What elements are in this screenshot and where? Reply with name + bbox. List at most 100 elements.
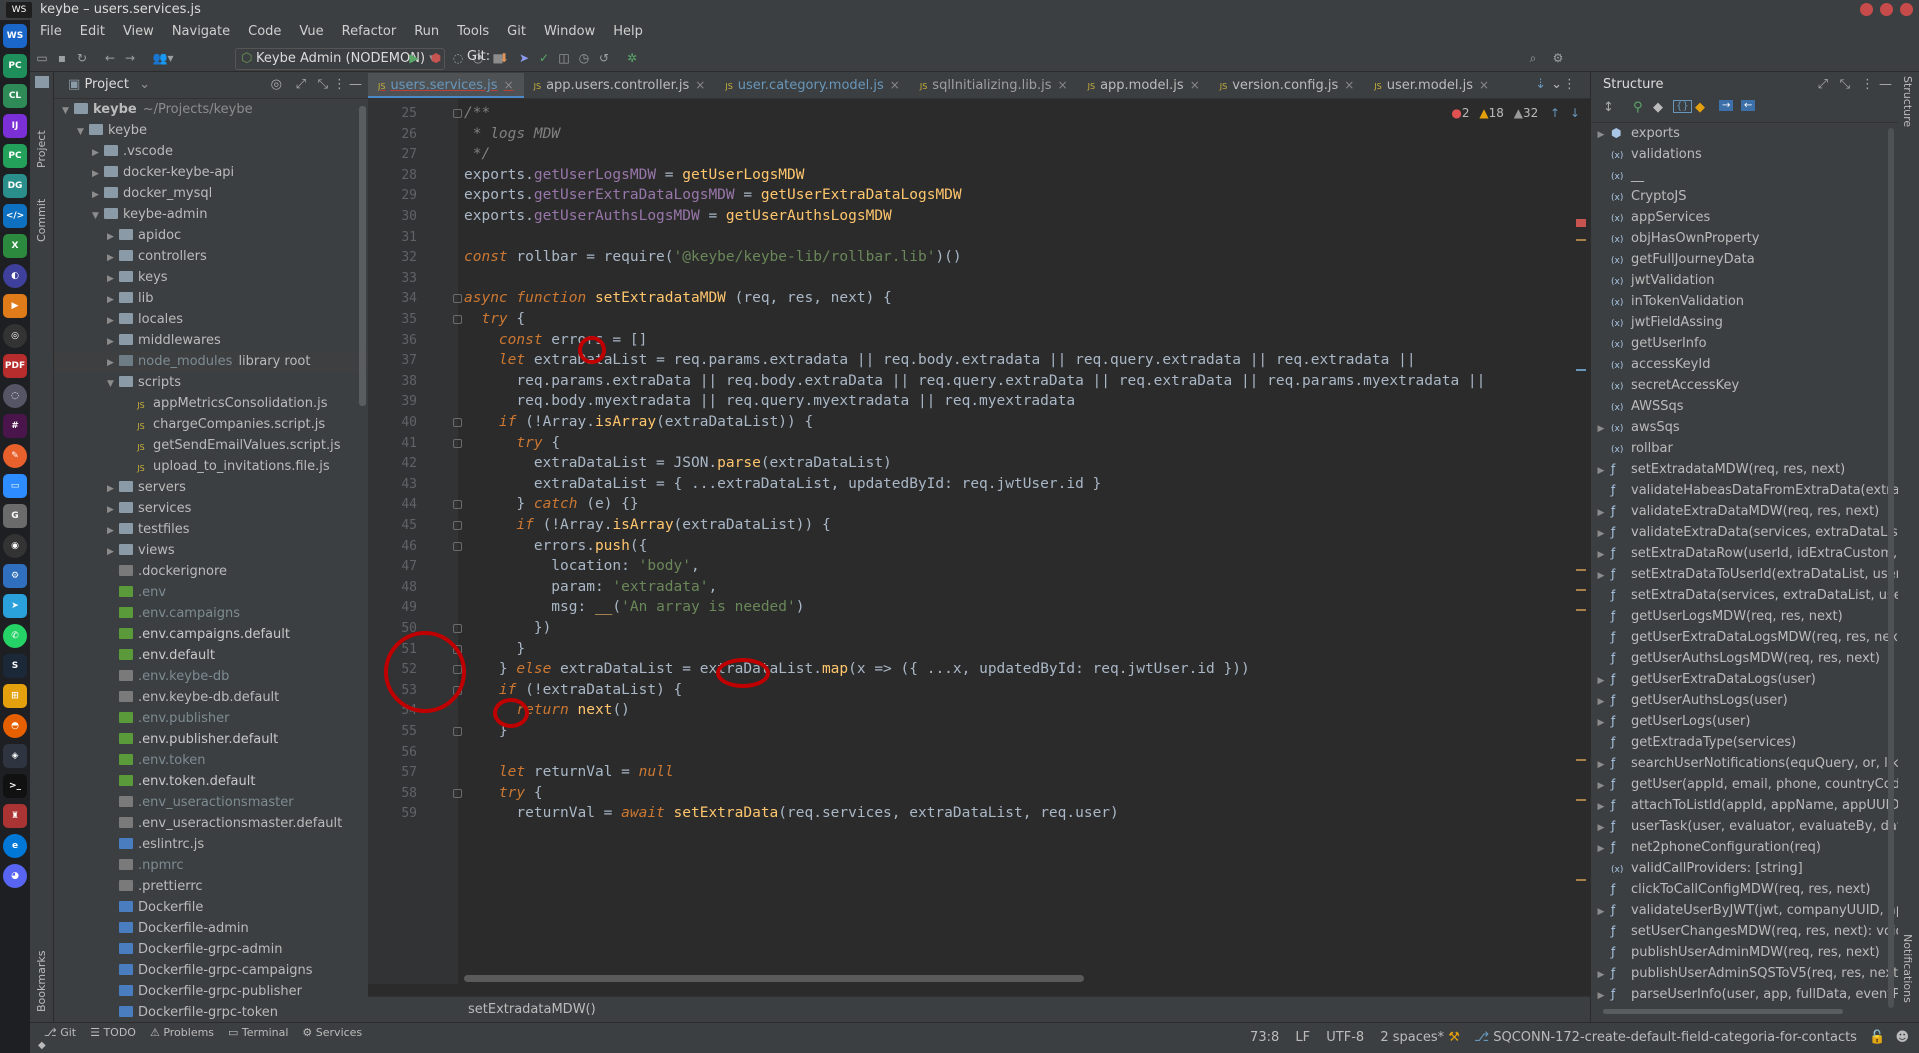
chevron-right-icon[interactable]: ▶	[1591, 461, 1611, 480]
chevron-down-icon[interactable]: ▼	[92, 206, 104, 227]
project-tree-item[interactable]: .env.campaigns	[54, 603, 368, 624]
hide-panel-icon[interactable]: —	[349, 72, 362, 98]
git-compare-icon[interactable]: ◫	[556, 50, 572, 66]
code-line[interactable]: 45 if (!Array.isArray(extraDataList)) {	[368, 515, 1590, 536]
code-line[interactable]: 33	[368, 268, 1590, 289]
back-arrow-icon[interactable]: ←	[102, 50, 118, 66]
close-tab-icon[interactable]: ×	[1190, 78, 1200, 92]
user-icon[interactable]: 👥▾	[150, 50, 176, 66]
chevron-right-icon[interactable]: ▶	[107, 353, 119, 374]
chevron-right-icon[interactable]: ▶	[107, 248, 119, 269]
chevron-right-icon[interactable]: ▶	[107, 290, 119, 311]
search-everywhere-icon[interactable]: ⌕	[1525, 50, 1541, 66]
steam-launcher-icon[interactable]: S	[3, 654, 27, 678]
menu-code[interactable]: Code	[248, 24, 281, 39]
project-tree-item[interactable]: ▶ services	[54, 498, 368, 519]
structure-item[interactable]: ▶ ƒ validateUserByJWT(jwt, companyUUID, ap…	[1591, 900, 1898, 921]
structure-item[interactable]: ▶ ƒ setExtraDataToUserId(extraDataList, us…	[1591, 564, 1898, 585]
git-branch[interactable]: SQCONN-172-create-default-field-categori…	[1493, 1030, 1857, 1045]
project-tree-item[interactable]: Dockerfile-grpc-publisher	[54, 981, 368, 1002]
game2-launcher-icon[interactable]: ♜	[3, 804, 27, 828]
recent-files-down-icon[interactable]: ⇣	[1535, 77, 1546, 92]
structure-item[interactable]: (x) appServices	[1591, 207, 1898, 228]
datagrip-launcher-icon[interactable]: DG	[3, 174, 27, 198]
structure-item[interactable]: (x) accessKeyId	[1591, 354, 1898, 375]
eclipse-launcher-icon[interactable]: ◐	[3, 264, 27, 288]
bottom-tool-services[interactable]: ⚙ Services	[302, 1026, 362, 1039]
project-tree-item[interactable]: Dockerfile	[54, 897, 368, 918]
media-player-launcher-icon[interactable]: ▶	[3, 294, 27, 318]
structure-item[interactable]: (x) inTokenValidation	[1591, 291, 1898, 312]
project-tree-item[interactable]: ▶ servers	[54, 477, 368, 498]
structure-item[interactable]: ƒ getUserExtraDataLogsMDW(req, res, next)	[1591, 627, 1898, 648]
notifications-tool-label[interactable]: Notifications	[1901, 934, 1914, 1003]
chevron-right-icon[interactable]: ▶	[107, 227, 119, 248]
fold-marker-icon[interactable]	[453, 418, 462, 427]
menu-tools[interactable]: Tools	[457, 24, 489, 39]
structure-item[interactable]: ▶ ƒ getUserExtraDataLogs(user)	[1591, 669, 1898, 690]
project-tree-item[interactable]: .env.keybe-db	[54, 666, 368, 687]
game-launcher-icon[interactable]: ◈	[3, 744, 27, 768]
chevron-right-icon[interactable]: ▶	[1591, 503, 1611, 522]
structure-item[interactable]: ▶ ƒ searchUserNotifications(equQuery, or, …	[1591, 753, 1898, 774]
telegram-launcher-icon[interactable]: ➤	[3, 594, 27, 618]
structure-item[interactable]: ▶ ƒ parseUserInfo(user, app, fullData, eve…	[1591, 984, 1898, 1005]
structure-item[interactable]: ▶ ⬢ exports	[1591, 123, 1898, 144]
chevron-right-icon[interactable]: ▶	[1591, 776, 1611, 795]
chrome-launcher-icon[interactable]: ◉	[3, 534, 27, 558]
chevron-down-icon[interactable]: ▼	[77, 122, 89, 143]
xampp-launcher-icon[interactable]: X	[3, 234, 27, 258]
clion-launcher-icon[interactable]: CL	[3, 84, 27, 108]
project-tree-item[interactable]: .env.publisher.default	[54, 729, 368, 750]
code-line[interactable]: 56	[368, 742, 1590, 763]
structure-item[interactable]: ƒ getExtradaType(services)	[1591, 732, 1898, 753]
file-encoding[interactable]: UTF-8	[1326, 1030, 1364, 1045]
editor-tab[interactable]: JS app.model.js ×	[1078, 72, 1210, 98]
close-tab-icon[interactable]: ×	[890, 78, 900, 92]
terminal-launcher-icon[interactable]: >_	[3, 774, 27, 798]
project-tree-item[interactable]: ▶ docker_mysql	[54, 183, 368, 204]
chevron-right-icon[interactable]: ▶	[92, 164, 104, 185]
structure-item[interactable]: ƒ getUserLogsMDW(req, res, next)	[1591, 606, 1898, 627]
show-inherited-icon[interactable]: ⚲	[1633, 100, 1643, 115]
maximize-window-icon[interactable]	[1880, 3, 1893, 16]
structure-item[interactable]: ▶ (x) awsSqs	[1591, 417, 1898, 438]
structure-horizontal-scrollbar[interactable]	[1603, 1009, 1843, 1014]
forward-arrow-icon[interactable]: →	[122, 50, 138, 66]
project-tree-item[interactable]: Dockerfile-grpc-token	[54, 1002, 368, 1023]
chevron-right-icon[interactable]: ▶	[107, 521, 119, 542]
close-tab-icon[interactable]: ×	[504, 78, 514, 92]
bottom-tool-terminal[interactable]: ▭ Terminal	[228, 1026, 288, 1039]
project-tree-item[interactable]: JS upload_to_invitations.file.js	[54, 456, 368, 477]
horizontal-scrollbar[interactable]	[464, 975, 1084, 982]
chevron-right-icon[interactable]: ▶	[1591, 125, 1611, 144]
firefox-launcher-icon[interactable]: ◓	[3, 714, 27, 738]
close-tab-icon[interactable]: ×	[1344, 78, 1354, 92]
chevron-right-icon[interactable]: ▶	[107, 500, 119, 521]
bottom-tool-problems[interactable]: ⚠ Problems	[150, 1026, 214, 1039]
editor-tab[interactable]: JS user.model.js ×	[1364, 72, 1499, 98]
pycharm-ce-launcher-icon[interactable]: PC	[3, 144, 27, 168]
hide-panel-icon[interactable]: —	[1879, 72, 1892, 98]
project-tree-item[interactable]: ▶ testfiles	[54, 519, 368, 540]
sync-icon[interactable]: ↻	[74, 50, 90, 66]
project-tree-item[interactable]: ▼ keybe	[54, 120, 368, 141]
code-line[interactable]: 41 try {	[368, 433, 1590, 454]
project-tree-item[interactable]: ▼ keybe ~/Projects/keybe	[54, 99, 368, 120]
bottom-tool-todo[interactable]: ☰ TODO	[90, 1026, 136, 1039]
code-line[interactable]: 44 } catch (e) {}	[368, 494, 1590, 515]
structure-item[interactable]: ƒ clickToCallConfigMDW(req, res, next)	[1591, 879, 1898, 900]
sort-alpha-icon[interactable]: ↕	[1603, 100, 1614, 115]
project-tree-item[interactable]: JS getSendEmailValues.script.js	[54, 435, 368, 456]
structure-vertical-scrollbar[interactable]	[1888, 128, 1894, 1008]
project-tree-item[interactable]: ▶ views	[54, 540, 368, 561]
vscode-launcher-icon[interactable]: </>	[3, 204, 27, 228]
menu-refactor[interactable]: Refactor	[342, 24, 397, 39]
close-tab-icon[interactable]: ×	[1479, 78, 1489, 92]
project-tree-item[interactable]: .env.token.default	[54, 771, 368, 792]
structure-item[interactable]: (x) AWSSqs	[1591, 396, 1898, 417]
code-line[interactable]: 57 let returnVal = null	[368, 762, 1590, 783]
windows-launcher-icon[interactable]: ⊞	[3, 684, 27, 708]
zoom-launcher-icon[interactable]: ▭	[3, 474, 27, 498]
fold-marker-icon[interactable]	[453, 438, 462, 448]
